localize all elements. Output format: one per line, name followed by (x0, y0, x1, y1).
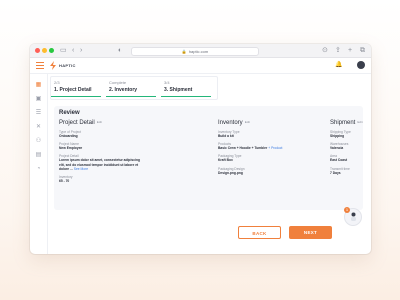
field-value: 65 - 70 (59, 179, 70, 184)
next-button[interactable]: NEXT (289, 226, 332, 239)
bell-icon[interactable]: 🔔 (335, 61, 342, 68)
browser-window: ▭ ‹ › ◐ 🔒 haptic.com ⊙ ⇪ + ⧉ HAPTIC 🔔 ▦ ▣… (30, 44, 371, 254)
sidebar-item-reports-icon[interactable]: ◔ (35, 166, 42, 173)
step-progress-bar (106, 96, 156, 97)
field-value: Design.png.png (218, 170, 243, 175)
edit-shipment-link[interactable]: Edit (357, 120, 362, 124)
review-title: Review (59, 110, 80, 116)
field: Type of Project Onboarding (59, 130, 141, 138)
menu-icon[interactable] (36, 62, 44, 71)
avatar[interactable] (357, 61, 365, 69)
step-title: 3. Shipment (164, 87, 193, 93)
field-value: Valencia (330, 146, 344, 151)
step-title: 1. Project Detail (54, 87, 92, 93)
support-agent-icon (351, 212, 356, 221)
edit-inventory-link[interactable]: Edit (245, 120, 250, 124)
field-value: New Employee (59, 146, 83, 151)
url-text: haptic.com (188, 49, 209, 54)
maximize-window-button[interactable] (49, 48, 54, 53)
chevron-left-icon[interactable]: ‹ (72, 45, 74, 56)
field-value: Basic Crew + Hoodie + Tumbler (218, 146, 268, 151)
field-value: Onboarding (59, 134, 78, 138)
step-status: 3/4 (164, 80, 170, 85)
field: Shipping Type Shipping (330, 130, 362, 138)
section-title: Project Detail (59, 120, 95, 126)
field-value: Kraft Box (218, 158, 233, 163)
chevron-right-icon[interactable]: › (80, 45, 82, 56)
sidebar-item-users-icon[interactable]: ⚇ (35, 138, 42, 145)
field: Project Name New Employee (59, 142, 141, 150)
field: Transmit time 7 Days (330, 167, 362, 175)
field: Packaging Design Design.png.png (218, 167, 298, 175)
see-more-link[interactable]: See More (74, 167, 88, 171)
shipment-column: Shipment Edit Shipping Type Shipping Ware… (330, 120, 363, 175)
browser-toolbar: ▭ ‹ › ◐ 🔒 haptic.com ⊙ ⇪ + ⧉ (30, 44, 371, 58)
share-icon[interactable]: ⇪ (335, 45, 341, 56)
field: Inventory 65 - 70 (59, 175, 141, 183)
step-title: 2. Inventory (109, 87, 138, 93)
notification-badge: 1 (344, 207, 350, 213)
step-status: 2/3 (54, 80, 60, 85)
field-value: East Coast (330, 158, 348, 163)
review-panel: Review Project Detail Edit Type of Projec… (54, 106, 363, 210)
sidebar-toggle-icon[interactable]: ▭ (60, 45, 67, 56)
tabs-overview-icon[interactable]: ⧉ (360, 45, 365, 56)
brand-name: HAPTIC (59, 63, 76, 68)
add-product-link[interactable]: + Product (268, 146, 282, 150)
project-detail-column: Project Detail Edit Type of Project Onboa… (59, 120, 141, 183)
section-title: Shipment (330, 120, 356, 126)
help-chat-button[interactable]: 1 (344, 207, 362, 226)
field: Area East Coast (330, 154, 362, 162)
download-icon[interactable]: ⊙ (322, 45, 328, 56)
minimize-window-button[interactable] (42, 48, 47, 53)
back-button[interactable]: BACK (238, 226, 281, 239)
field-value: Lorem ipsum dolor sit amet, consectetur … (59, 158, 140, 171)
field-value: Build a kit (218, 134, 234, 138)
step-project-detail[interactable]: 2/3 1. Project Detail (51, 77, 101, 99)
step-shipment[interactable]: 3/4 3. Shipment (161, 77, 211, 99)
step-inventory[interactable]: Complete 2. Inventory (106, 77, 156, 99)
new-tab-icon[interactable]: + (348, 45, 352, 56)
sidebar-item-box-icon[interactable]: ▣ (35, 96, 42, 103)
app-header: HAPTIC 🔔 (30, 58, 371, 74)
step-progress-bar (161, 96, 211, 97)
section-heading: Project Detail Edit (59, 120, 141, 126)
field: Inventory Type Build a kit (218, 130, 298, 138)
field-value: Shipping (330, 134, 345, 138)
section-heading: Inventory Edit (218, 120, 298, 126)
field: Project Detail Lorem ipsum dolor sit ame… (59, 154, 141, 171)
inventory-column: Inventory Edit Inventory Type Build a kit… (218, 120, 298, 175)
sidebar-item-list-icon[interactable]: ☰ (35, 110, 42, 117)
field-value: 7 Days (330, 170, 341, 175)
close-window-button[interactable] (35, 48, 40, 53)
step-status: Complete (109, 80, 127, 85)
field: Products Basic Crew + Hoodie + Tumbler+ … (218, 142, 298, 150)
sidebar-item-dashboard-icon[interactable]: ▦ (35, 82, 42, 89)
address-bar[interactable]: 🔒 haptic.com (131, 47, 259, 56)
step-progress-bar (51, 96, 101, 97)
privacy-shield-icon[interactable]: ◐ (118, 45, 122, 56)
section-title: Inventory (218, 120, 243, 126)
haptic-logo-icon (50, 61, 56, 70)
field: Warehouses Valencia (330, 142, 362, 150)
field: Packaging Type Kraft Box (218, 154, 298, 162)
edit-project-link[interactable]: Edit (97, 120, 102, 124)
lock-icon: 🔒 (181, 49, 187, 54)
section-heading: Shipment Edit (330, 120, 363, 126)
sidebar: ▦ ▣ ☰ ✕ ⚇ ▤ ◔ (30, 74, 48, 254)
sidebar-item-documents-icon[interactable]: ▤ (35, 152, 42, 159)
sidebar-item-tools-icon[interactable]: ✕ (35, 124, 42, 131)
